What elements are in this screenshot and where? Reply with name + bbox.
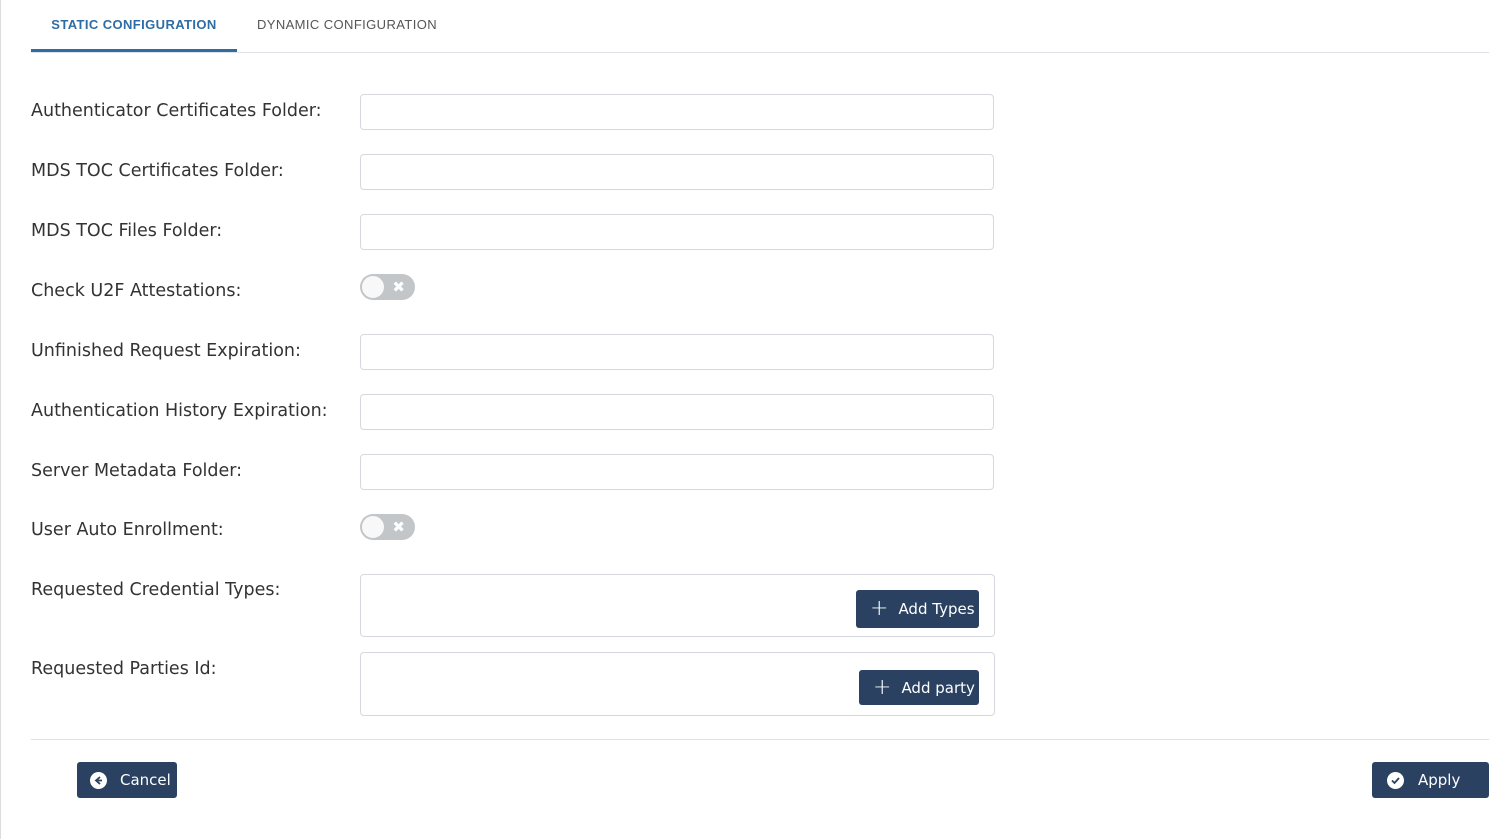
plus-icon: + (873, 674, 892, 700)
toggle-off-icon: ✖ (392, 518, 405, 536)
config-tabs: STATIC CONFIGURATION DYNAMIC CONFIGURATI… (31, 0, 1489, 53)
add-types-button[interactable]: + Add Types (856, 590, 979, 628)
requested-parties-id-label: Requested Parties Id: (31, 659, 217, 679)
mds-toc-cert-folder-label: MDS TOC Certificates Folder: (31, 161, 284, 181)
footer-divider (31, 739, 1489, 740)
server-metadata-folder-label: Server Metadata Folder: (31, 461, 243, 481)
add-party-label: Add party (901, 678, 975, 697)
mds-toc-files-folder-label: MDS TOC Files Folder: (31, 221, 223, 241)
cancel-label: Cancel (120, 771, 171, 789)
check-u2f-toggle[interactable]: ✖ (360, 274, 415, 300)
requested-credential-types-label: Requested Credential Types: (31, 580, 281, 600)
auth-history-expiration-input[interactable] (360, 394, 994, 430)
auth-history-expiration-label: Authentication History Expiration: (31, 401, 328, 421)
server-metadata-folder-input[interactable] (360, 454, 994, 490)
auth-cert-folder-input[interactable] (360, 94, 994, 130)
add-party-button[interactable]: + Add party (859, 670, 979, 705)
cancel-button[interactable]: Cancel (77, 762, 177, 798)
arrow-left-circle-icon (90, 771, 107, 789)
parties-id-box: + Add party (360, 652, 995, 716)
tab-dynamic-configuration[interactable]: DYNAMIC CONFIGURATION (247, 0, 447, 52)
user-auto-enrollment-toggle[interactable]: ✖ (360, 514, 415, 540)
mds-toc-cert-folder-input[interactable] (360, 154, 994, 190)
apply-button[interactable]: Apply (1372, 762, 1489, 798)
toggle-knob (361, 275, 385, 299)
plus-icon: + (870, 596, 889, 621)
mds-toc-files-folder-input[interactable] (360, 214, 994, 250)
unfinished-request-expiration-label: Unfinished Request Expiration: (31, 341, 301, 361)
unfinished-request-expiration-input[interactable] (360, 334, 994, 370)
apply-label: Apply (1418, 771, 1461, 789)
add-types-label: Add Types (898, 600, 975, 618)
credential-types-box: + Add Types (360, 574, 995, 637)
auth-cert-folder-label: Authenticator Certificates Folder: (31, 101, 322, 121)
toggle-knob (361, 515, 385, 539)
user-auto-enrollment-label: User Auto Enrollment: (31, 520, 224, 540)
check-u2f-label: Check U2F Attestations: (31, 281, 242, 301)
check-circle-icon (1387, 771, 1404, 789)
toggle-off-icon: ✖ (392, 278, 405, 296)
tab-static-configuration[interactable]: STATIC CONFIGURATION (31, 0, 237, 52)
